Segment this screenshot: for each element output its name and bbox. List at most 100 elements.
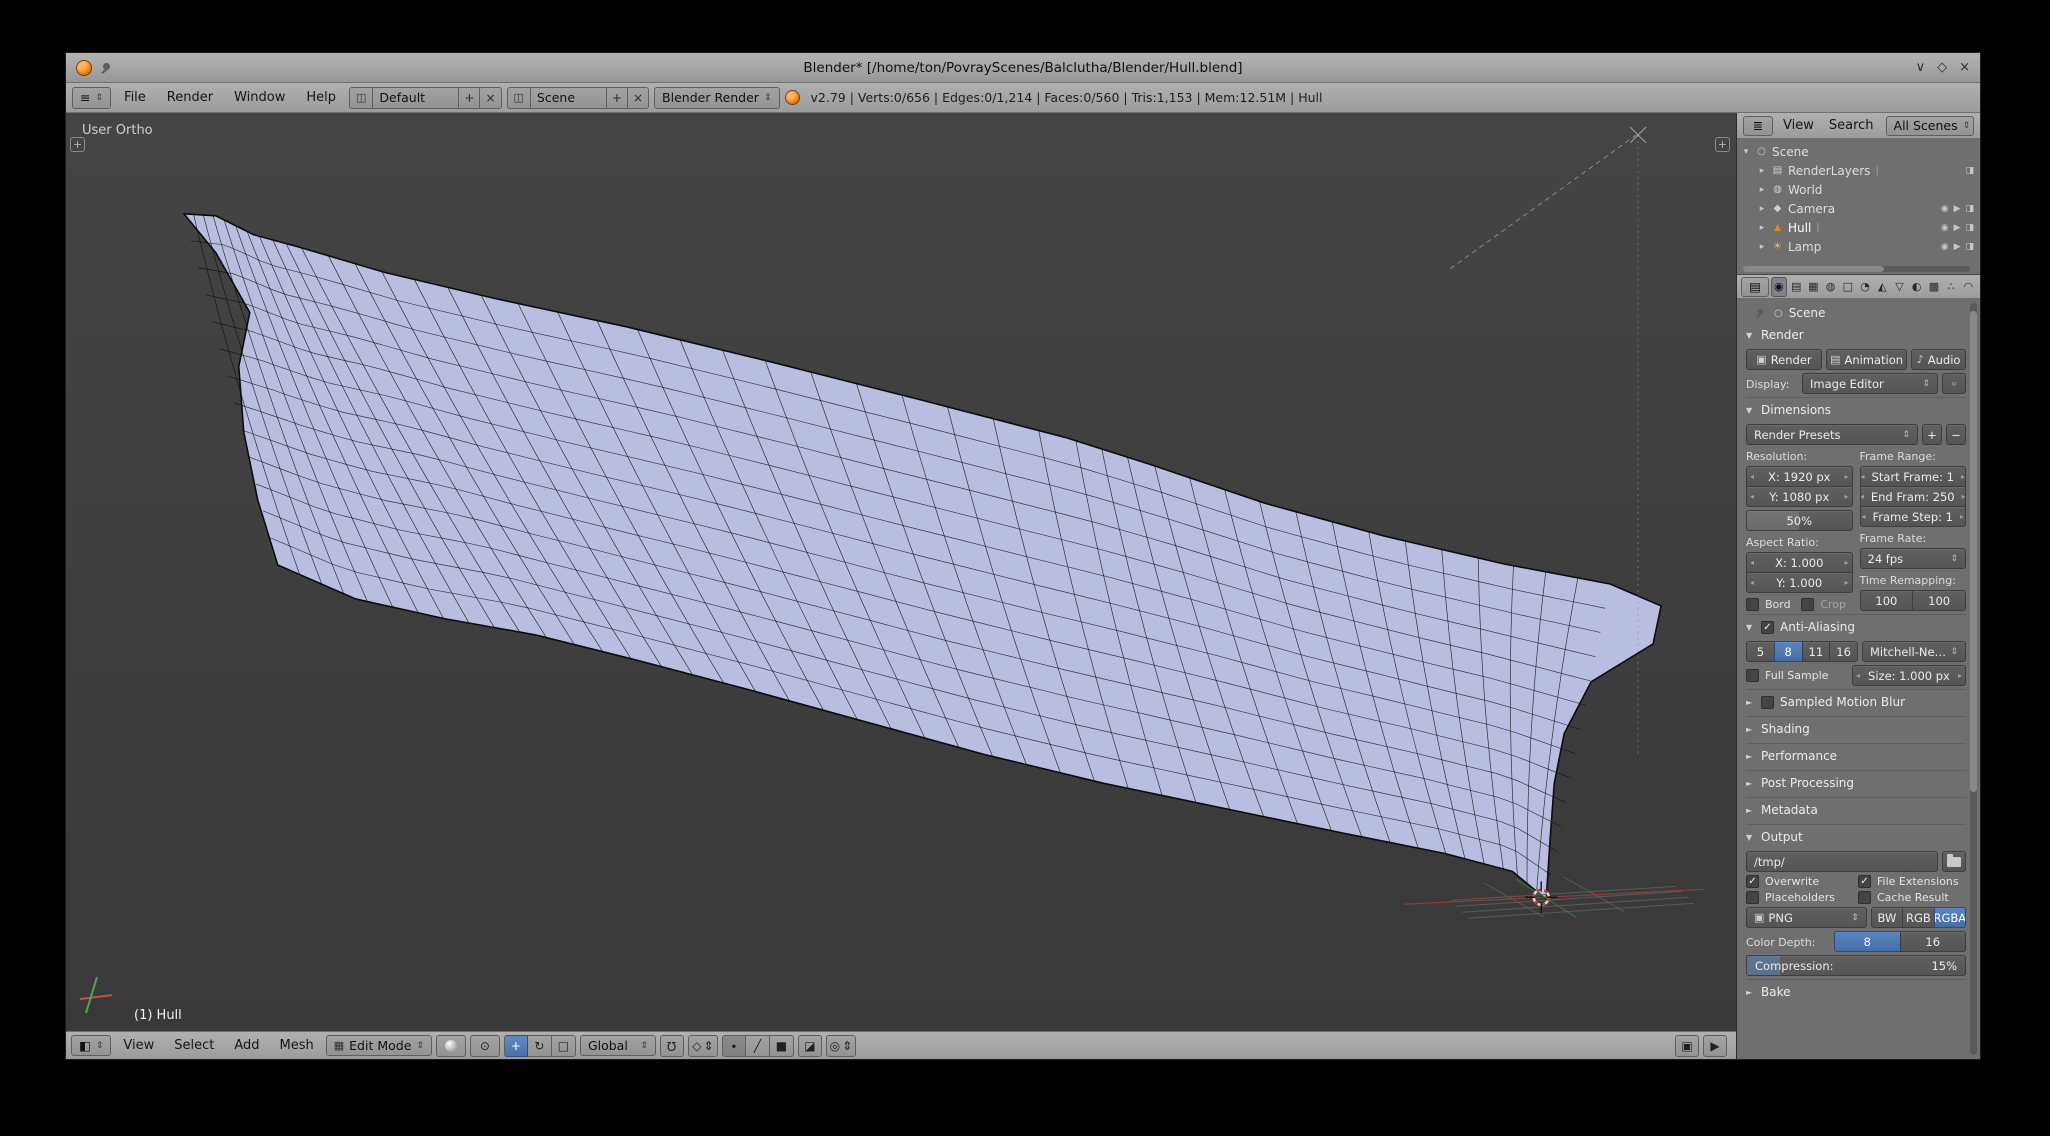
tab-texture[interactable]: ▩ <box>1926 277 1941 297</box>
output-panel-header[interactable]: ▼ Output <box>1746 826 1966 848</box>
frame-step-field[interactable]: ◂Frame Step: 1▸ <box>1860 506 1967 527</box>
tab-modifiers[interactable]: ◭ <box>1875 277 1890 297</box>
frame-rate-dropdown[interactable]: 24 fps ⇕ <box>1860 548 1967 569</box>
aspect-x-field[interactable]: ◂X: 1.000▸ <box>1746 552 1853 573</box>
menu-file[interactable]: File <box>116 90 154 105</box>
renderability-icon[interactable]: ◨ <box>1965 223 1974 233</box>
render-engine-selector[interactable]: Blender Render ⇕ <box>654 87 779 109</box>
outliner-horizontal-scrollbar[interactable] <box>1743 266 1970 272</box>
render-panel-header[interactable]: ▼ Render <box>1746 324 1966 346</box>
menu-add[interactable]: Add <box>226 1038 267 1053</box>
outliner-item-camera[interactable]: ▸ ◆ Camera ◉ ▶ ◨ <box>1741 199 1978 218</box>
renderability-icon[interactable]: ◨ <box>1965 166 1974 176</box>
manipulator-translate-toggle[interactable]: + <box>504 1035 528 1057</box>
aa-filter-dropdown[interactable]: Mitchell-Netrav... ⇕ <box>1862 641 1966 662</box>
shading-panel-header[interactable]: ► Shading <box>1746 718 1966 740</box>
breadcrumb-scene[interactable]: Scene <box>1789 306 1826 320</box>
menu-select[interactable]: Select <box>166 1038 222 1053</box>
file-extensions-checkbox[interactable]: ✓ File Extensions <box>1858 875 1966 888</box>
tab-object[interactable]: □ <box>1840 277 1855 297</box>
delete-scene-button[interactable]: × <box>628 87 649 109</box>
menu-view[interactable]: View <box>115 1038 162 1053</box>
render-animation-button[interactable]: ▤ Animation <box>1826 349 1907 370</box>
file-browse-button[interactable] <box>1942 851 1966 872</box>
viewport-shading-selector[interactable] <box>436 1035 466 1057</box>
lock-interface-button[interactable]: ◦ <box>1942 373 1966 394</box>
outliner-scope-selector[interactable]: All Scenes ⇕ <box>1886 116 1974 136</box>
cache-result-checkbox[interactable]: Cache Result <box>1858 891 1966 904</box>
pin-icon[interactable] <box>1755 307 1767 319</box>
aa-samples-5-button[interactable]: 5 <box>1746 641 1775 662</box>
aa-samples-16-button[interactable]: 16 <box>1829 641 1858 662</box>
aa-samples-11-button[interactable]: 11 <box>1802 641 1831 662</box>
toolshelf-expand-button[interactable]: + <box>70 137 85 152</box>
window-titlebar[interactable]: Blender* [/home/ton/PovrayScenes/Balclut… <box>66 53 1980 83</box>
output-path-field[interactable]: /tmp/ <box>1746 851 1938 872</box>
menu-window[interactable]: Window <box>226 90 293 105</box>
snap-toggle[interactable]: Ω <box>660 1035 684 1057</box>
menu-help[interactable]: Help <box>298 90 344 105</box>
tab-render-layers[interactable]: ▤ <box>1789 277 1804 297</box>
overwrite-checkbox[interactable]: ✓ Overwrite <box>1746 875 1854 888</box>
expander-icon[interactable]: ▸ <box>1757 223 1767 233</box>
outliner-item-lamp[interactable]: ▸ ☀ Lamp ◉ ▶ ◨ <box>1741 237 1978 256</box>
remove-preset-button[interactable]: − <box>1946 424 1966 445</box>
tab-material[interactable]: ◐ <box>1909 277 1924 297</box>
selectability-arrow-icon[interactable]: ▶ <box>1954 223 1961 233</box>
resolution-y-field[interactable]: ◂Y: 1080 px▸ <box>1746 486 1853 507</box>
color-mode-rgba-button[interactable]: RGBA <box>1934 907 1966 928</box>
tab-render[interactable]: ◉ <box>1771 277 1787 297</box>
screen-layout-name[interactable]: Default <box>373 87 459 109</box>
end-frame-field[interactable]: ◂End Fram: 250▸ <box>1860 486 1967 507</box>
mode-selector[interactable]: ▦ Edit Mode ⇕ <box>326 1035 432 1056</box>
full-sample-checkbox[interactable]: Full Sample <box>1746 669 1848 682</box>
properties-editor-type-button[interactable]: ▤ <box>1741 277 1769 297</box>
proportional-edit-selector[interactable]: ◎ ⇕ <box>826 1035 856 1057</box>
visibility-eye-icon[interactable]: ◉ <box>1941 223 1949 233</box>
outliner-item-hull[interactable]: ▸ ▲ Hull | ◉ ▶ ◨ <box>1741 218 1978 237</box>
info-editor-type-button[interactable]: ≡ ⇕ <box>72 87 111 109</box>
tab-world[interactable]: ◍ <box>1823 277 1838 297</box>
opengl-render-image-button[interactable]: ▣ <box>1675 1035 1699 1057</box>
sampled-motion-blur-checkbox[interactable] <box>1761 696 1774 709</box>
add-preset-button[interactable]: + <box>1922 424 1942 445</box>
outliner-editor-type-button[interactable]: ≣ <box>1743 116 1773 136</box>
aa-samples-8-button[interactable]: 8 <box>1774 641 1803 662</box>
dimensions-panel-header[interactable]: ▼ Dimensions <box>1746 399 1966 421</box>
window-shade-button[interactable]: ∨ <box>1916 60 1926 75</box>
color-mode-rgb-button[interactable]: RGB <box>1902 907 1934 928</box>
vertex-select-button[interactable]: ∙ <box>722 1035 746 1057</box>
start-frame-field[interactable]: ◂Start Frame: 1▸ <box>1860 466 1967 487</box>
outliner-menu-view[interactable]: View <box>1778 118 1819 133</box>
tab-scene[interactable]: ▦ <box>1806 277 1821 297</box>
visibility-eye-icon[interactable]: ◉ <box>1941 204 1949 214</box>
properties-region-expand-button[interactable]: + <box>1715 137 1730 152</box>
resolution-x-field[interactable]: ◂X: 1920 px▸ <box>1746 466 1853 487</box>
remap-new-field[interactable]: 100 <box>1912 590 1966 611</box>
anti-aliasing-panel-header[interactable]: ▼ ✓ Anti-Aliasing <box>1746 616 1966 638</box>
opengl-render-anim-button[interactable]: ▶ <box>1703 1035 1727 1057</box>
render-audio-button[interactable]: ♪ Audio <box>1911 349 1966 370</box>
metadata-panel-header[interactable]: ► Metadata <box>1746 799 1966 821</box>
selectability-arrow-icon[interactable]: ▶ <box>1954 204 1961 214</box>
post-processing-panel-header[interactable]: ► Post Processing <box>1746 772 1966 794</box>
bake-panel-header[interactable]: ► Bake <box>1746 981 1966 1003</box>
add-layout-button[interactable]: + <box>459 87 480 109</box>
tab-physics[interactable]: ◠ <box>1961 277 1976 297</box>
limit-selection-to-visible-button[interactable]: ◪ <box>798 1035 822 1057</box>
expander-icon[interactable]: ▸ <box>1757 204 1767 214</box>
color-mode-bw-button[interactable]: BW <box>1871 907 1903 928</box>
performance-panel-header[interactable]: ► Performance <box>1746 745 1966 767</box>
menu-mesh[interactable]: Mesh <box>272 1038 322 1053</box>
pivot-center-selector[interactable]: ⊙ <box>470 1035 500 1057</box>
aspect-y-field[interactable]: ◂Y: 1.000▸ <box>1746 572 1853 593</box>
file-format-dropdown[interactable]: ▣PNG ⇕ <box>1746 907 1867 928</box>
scene-name[interactable]: Scene <box>531 87 607 109</box>
delete-layout-button[interactable]: × <box>480 87 501 109</box>
manipulator-scale-toggle[interactable]: □ <box>552 1035 576 1057</box>
pin-icon[interactable] <box>100 61 114 75</box>
remap-old-field[interactable]: 100 <box>1860 590 1914 611</box>
expander-icon[interactable]: ▸ <box>1757 185 1767 195</box>
face-select-button[interactable]: ■ <box>770 1035 794 1057</box>
view3d-editor-type-button[interactable]: ◧ ⇕ <box>71 1035 111 1056</box>
